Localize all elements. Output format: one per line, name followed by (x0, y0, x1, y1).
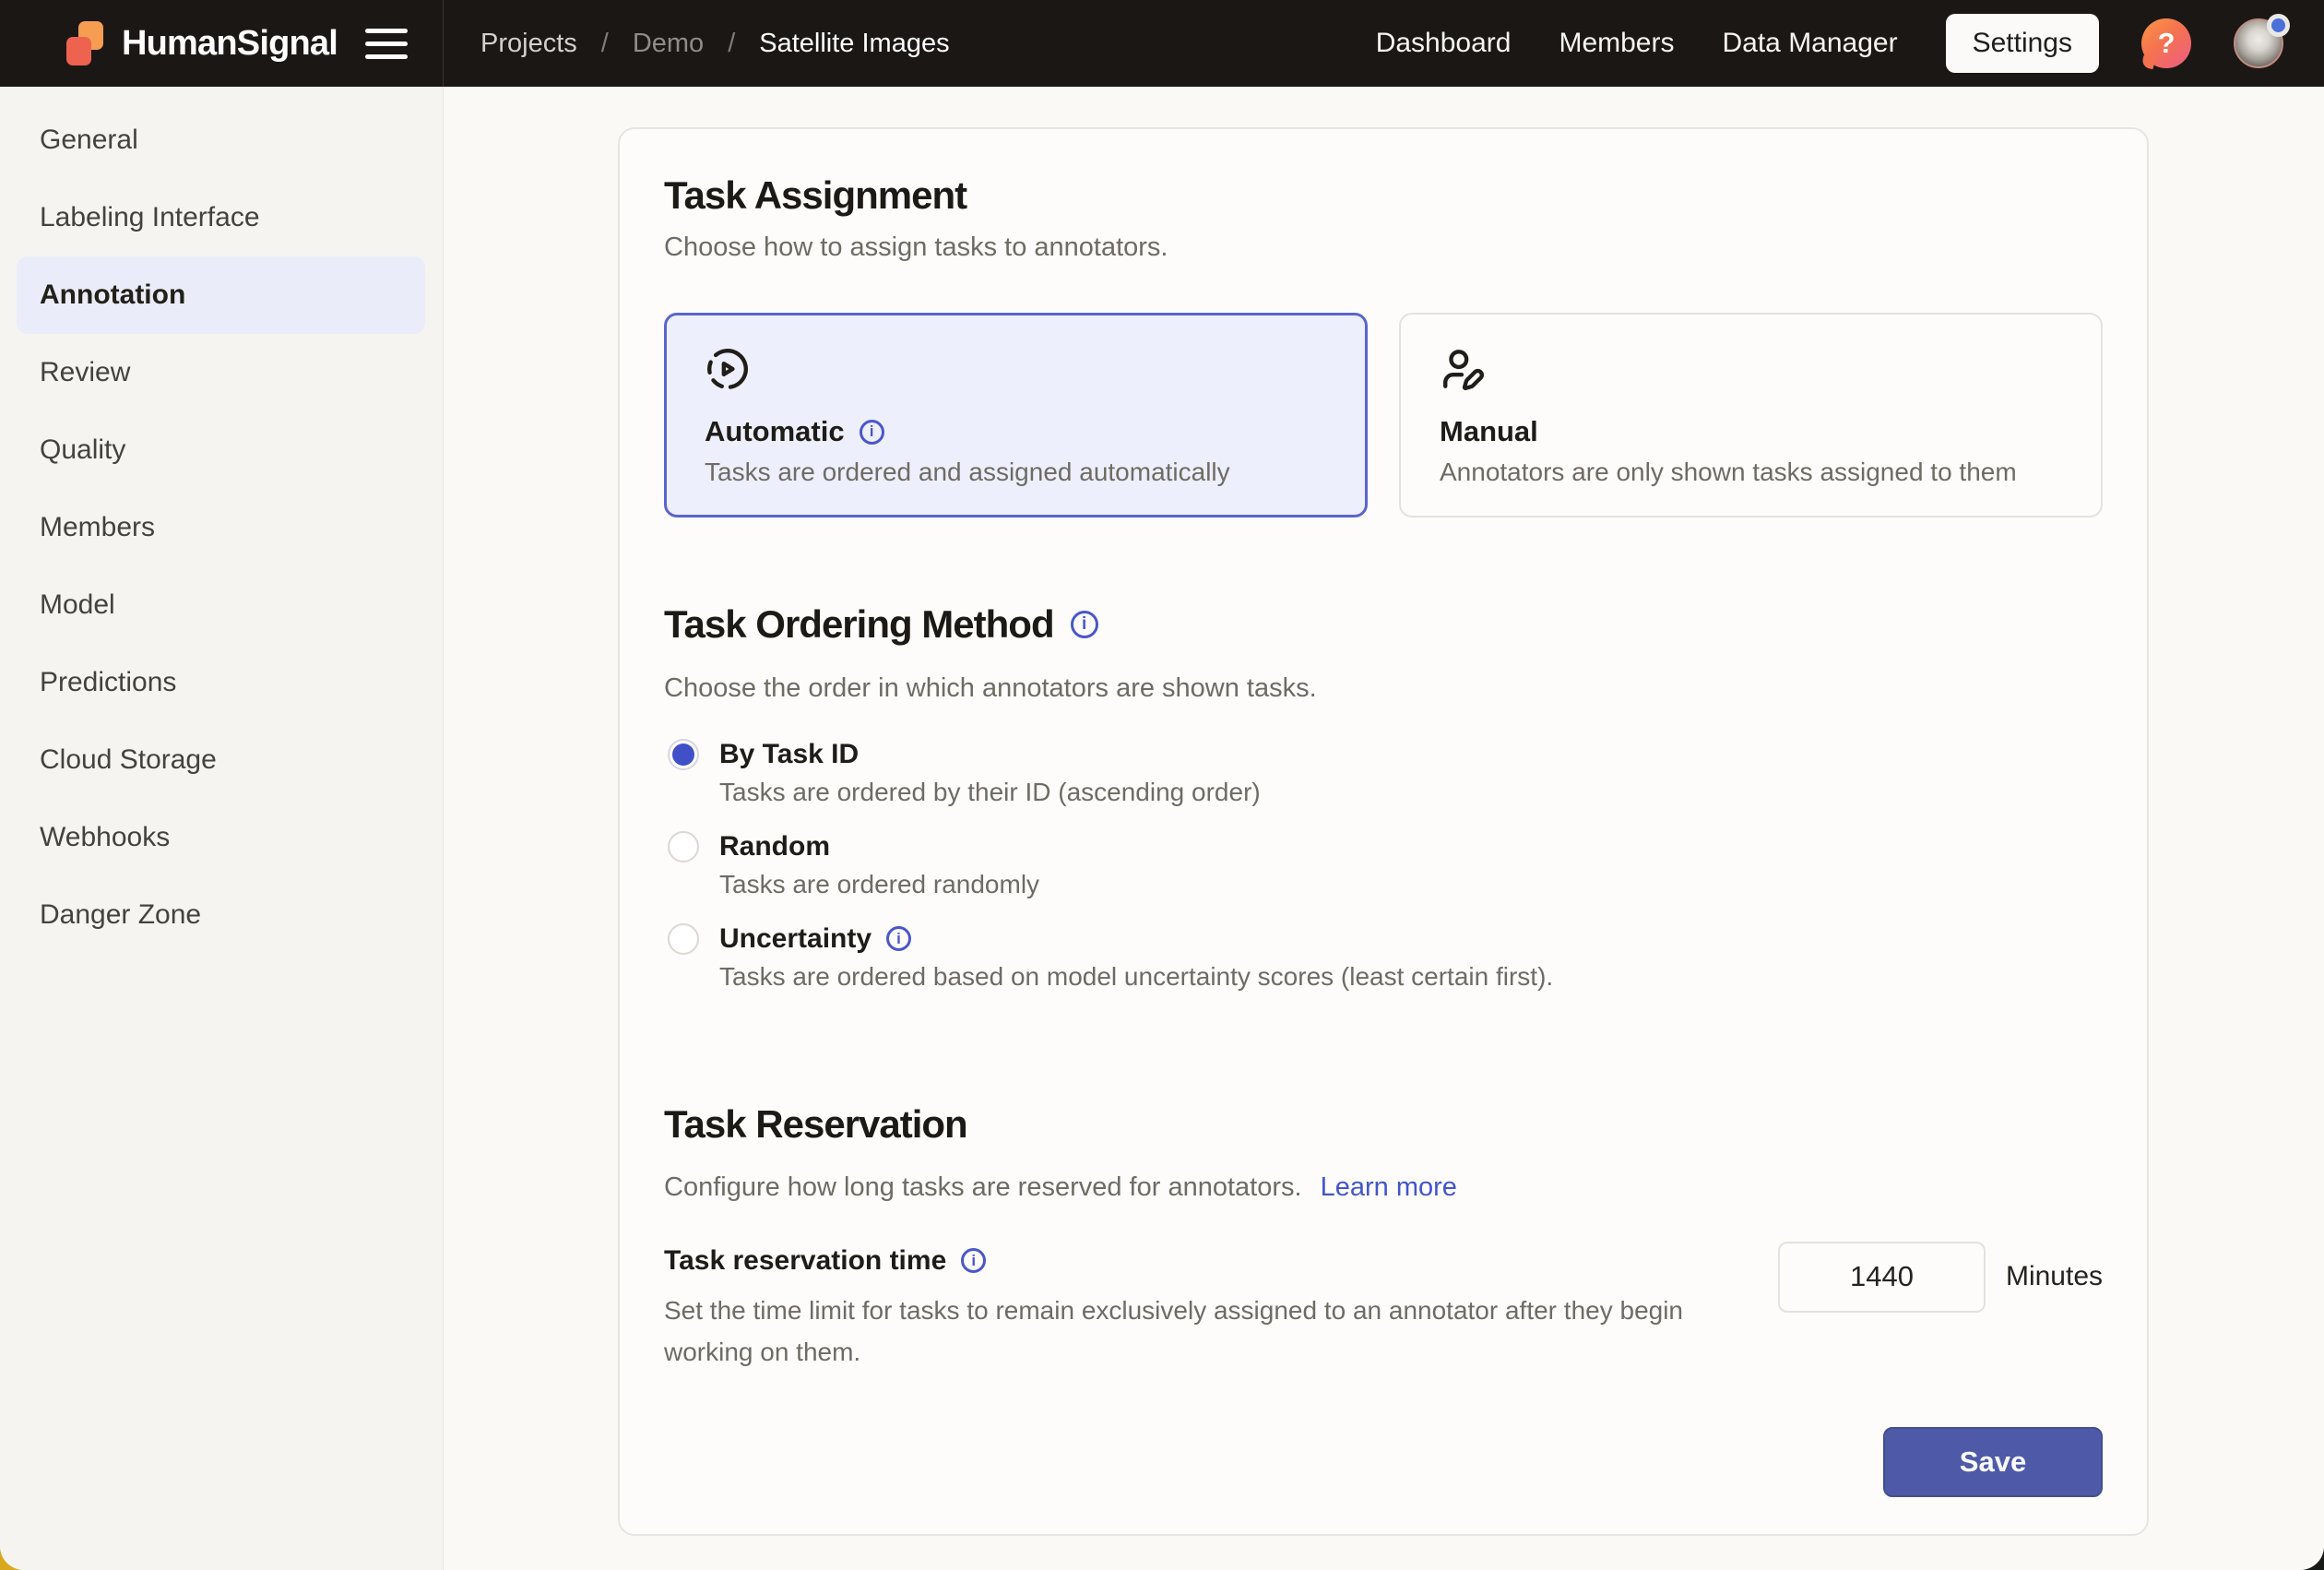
menu-toggle-button[interactable] (365, 29, 408, 59)
minutes-unit-label: Minutes (2006, 1261, 2103, 1292)
breadcrumb-separator: / (601, 29, 609, 59)
brand-area: HumanSignal (0, 0, 444, 87)
task-assignment-subtitle: Choose how to assign tasks to annotators… (664, 232, 2103, 263)
by-task-id-description: Tasks are ordered by their ID (ascending… (664, 778, 2103, 807)
task-reservation-subtitle: Configure how long tasks are reserved fo… (664, 1172, 2103, 1203)
reservation-time-label: Task reservation time (664, 1245, 946, 1277)
breadcrumb-current-page: Satellite Images (759, 29, 949, 59)
annotation-settings-panel: Task Assignment Choose how to assign tas… (618, 127, 2149, 1536)
task-reservation-title: Task Reservation (664, 1102, 2103, 1147)
sidebar-item-general[interactable]: General (0, 101, 443, 179)
ordering-option-by-task-id: By Task ID Tasks are ordered by their ID… (664, 739, 2103, 807)
breadcrumb-separator: / (728, 29, 735, 59)
manual-card-description: Annotators are only shown tasks assigned… (1440, 458, 2062, 487)
nav-dashboard[interactable]: Dashboard (1376, 28, 1512, 59)
sidebar-item-quality[interactable]: Quality (0, 411, 443, 489)
random-description: Tasks are ordered randomly (664, 870, 2103, 899)
assignment-card-automatic[interactable]: Automatic i Tasks are ordered and assign… (664, 313, 1368, 517)
sidebar-item-predictions[interactable]: Predictions (0, 644, 443, 721)
reservation-time-info-icon[interactable]: i (961, 1248, 986, 1273)
uncertainty-description: Tasks are ordered based on model uncerta… (664, 962, 2103, 992)
user-avatar[interactable] (2234, 18, 2283, 68)
sidebar-item-members[interactable]: Members (0, 489, 443, 566)
settings-sidebar: General Labeling Interface Annotation Re… (0, 87, 444, 1570)
task-ordering-subtitle: Choose the order in which annotators are… (664, 673, 2103, 704)
reservation-time-description: Set the time limit for tasks to remain e… (664, 1290, 1752, 1374)
ordering-option-uncertainty: Uncertainty i Tasks are ordered based on… (664, 923, 2103, 992)
auto-play-icon (705, 346, 751, 392)
by-task-id-label: By Task ID (719, 739, 859, 770)
assignment-card-manual[interactable]: Manual Annotators are only shown tasks a… (1399, 313, 2103, 517)
help-bubble-icon[interactable]: ? (2141, 18, 2191, 68)
ordering-radio-group: By Task ID Tasks are ordered by their ID… (664, 739, 2103, 992)
sidebar-item-model[interactable]: Model (0, 566, 443, 644)
task-assignment-title: Task Assignment (664, 173, 2103, 218)
user-pen-icon (1440, 346, 1486, 392)
reservation-time-input[interactable] (1778, 1242, 1986, 1313)
app-window: HumanSignal Projects / Demo / Satellite … (0, 0, 2324, 1570)
humansignal-logo-icon[interactable] (61, 19, 109, 67)
nav-members[interactable]: Members (1559, 28, 1674, 59)
notification-badge (2267, 14, 2290, 37)
task-ordering-info-icon[interactable]: i (1071, 611, 1098, 638)
breadcrumb-project-name[interactable]: Demo (633, 29, 704, 59)
uncertainty-info-icon[interactable]: i (886, 926, 911, 951)
sidebar-item-review[interactable]: Review (0, 334, 443, 411)
learn-more-link[interactable]: Learn more (1321, 1172, 1457, 1202)
nav-data-manager[interactable]: Data Manager (1722, 28, 1897, 59)
uncertainty-label: Uncertainty (719, 923, 872, 955)
automatic-info-icon[interactable]: i (860, 420, 884, 445)
hamburger-icon (365, 29, 408, 33)
save-button[interactable]: Save (1883, 1427, 2103, 1497)
reservation-time-field-row: Task reservation time i Set the time lim… (664, 1245, 2103, 1374)
ordering-option-random: Random Tasks are ordered randomly (664, 831, 2103, 899)
sidebar-item-annotation[interactable]: Annotation (17, 256, 425, 334)
radio-by-task-id[interactable] (668, 739, 699, 770)
breadcrumb-projects[interactable]: Projects (480, 29, 577, 59)
automatic-card-description: Tasks are ordered and assigned automatic… (705, 458, 1327, 487)
radio-random[interactable] (668, 831, 699, 862)
random-label: Random (719, 831, 830, 862)
sidebar-item-danger-zone[interactable]: Danger Zone (0, 876, 443, 954)
sidebar-item-cloud-storage[interactable]: Cloud Storage (0, 721, 443, 799)
sidebar-item-webhooks[interactable]: Webhooks (0, 799, 443, 876)
assignment-option-cards: Automatic i Tasks are ordered and assign… (664, 313, 2103, 517)
top-navigation: Dashboard Members Data Manager (1376, 28, 1898, 59)
automatic-card-title: Automatic (705, 415, 845, 448)
top-header-bar: HumanSignal Projects / Demo / Satellite … (0, 0, 2324, 87)
radio-uncertainty[interactable] (668, 923, 699, 955)
task-reservation-subtitle-text: Configure how long tasks are reserved fo… (664, 1172, 1302, 1202)
sidebar-item-labeling-interface[interactable]: Labeling Interface (0, 179, 443, 256)
manual-card-title: Manual (1440, 415, 1538, 448)
task-ordering-title: Task Ordering Method (664, 602, 1054, 647)
nav-settings-button[interactable]: Settings (1946, 14, 2099, 73)
breadcrumb: Projects / Demo / Satellite Images (480, 29, 950, 59)
brand-wordmark[interactable]: HumanSignal (122, 24, 338, 64)
main-content-area: Task Assignment Choose how to assign tas… (445, 87, 2324, 1570)
